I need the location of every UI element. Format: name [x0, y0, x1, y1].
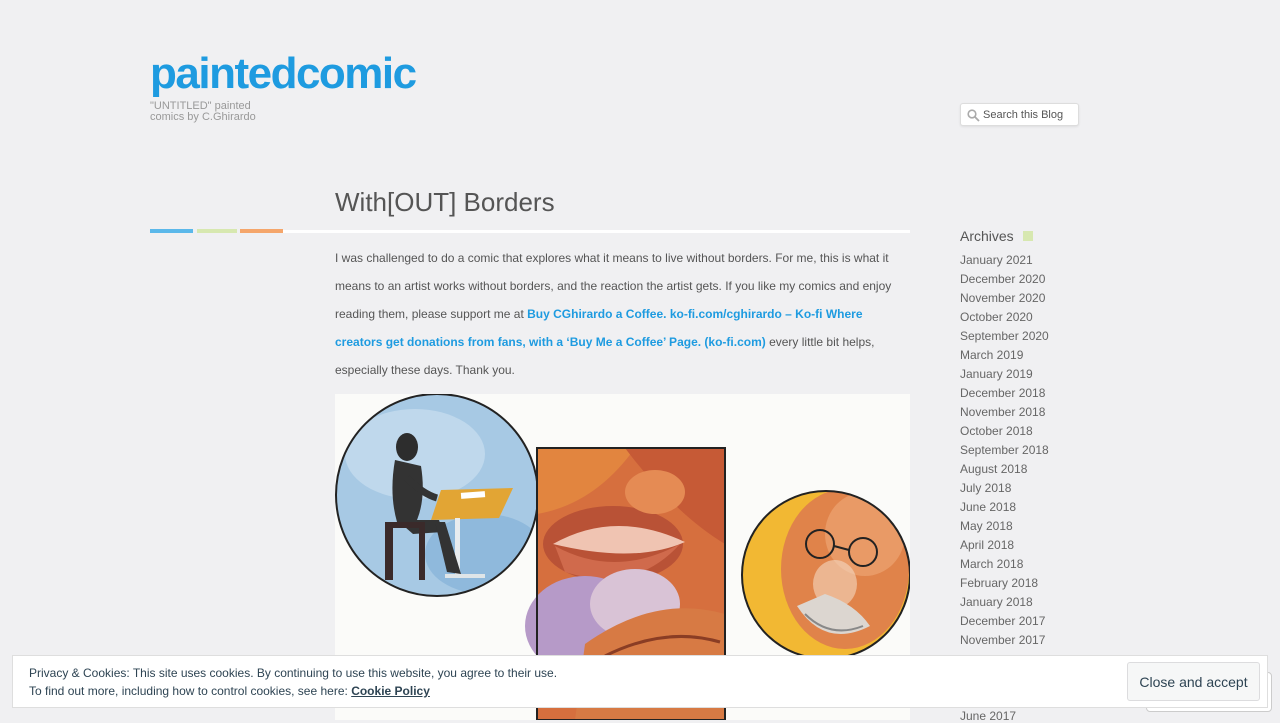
- search-input[interactable]: [983, 106, 1075, 124]
- archive-link[interactable]: March 2018: [960, 557, 1023, 571]
- archive-item: March 2018: [960, 555, 1049, 574]
- post-title[interactable]: With[OUT] Borders: [335, 187, 555, 218]
- cookie-line-2: To find out more, including how to contr…: [29, 684, 352, 698]
- archive-link[interactable]: November 2018: [960, 405, 1045, 419]
- archive-item: October 2018: [960, 422, 1049, 441]
- archive-link[interactable]: December 2017: [960, 614, 1045, 628]
- archive-link[interactable]: December 2020: [960, 272, 1045, 286]
- search-box[interactable]: [960, 103, 1079, 126]
- archive-item: July 2018: [960, 479, 1049, 498]
- archive-item: December 2020: [960, 270, 1049, 289]
- archive-item: November 2018: [960, 403, 1049, 422]
- archive-item: June 2018: [960, 498, 1049, 517]
- archive-item: November 2017: [960, 631, 1049, 650]
- title-accent-blue: [150, 229, 193, 233]
- title-accent-green: [197, 229, 237, 233]
- archive-item: April 2018: [960, 536, 1049, 555]
- archives-list: January 2021 December 2020 November 2020…: [960, 251, 1049, 650]
- archive-link[interactable]: January 2021: [960, 253, 1033, 267]
- archive-link[interactable]: October 2020: [960, 310, 1033, 324]
- archive-item: January 2019: [960, 365, 1049, 384]
- archive-link[interactable]: August 2018: [960, 462, 1027, 476]
- cookie-line-1: Privacy & Cookies: This site uses cookie…: [29, 666, 558, 680]
- archive-item: January 2021: [960, 251, 1049, 270]
- archive-link[interactable]: June 2018: [960, 500, 1016, 514]
- archive-link[interactable]: January 2018: [960, 595, 1033, 609]
- archive-link[interactable]: April 2018: [960, 538, 1014, 552]
- archive-link[interactable]: May 2018: [960, 519, 1013, 533]
- archive-item: December 2018: [960, 384, 1049, 403]
- archive-item: August 2018: [960, 460, 1049, 479]
- archive-item: December 2017: [960, 612, 1049, 631]
- archive-link[interactable]: November 2020: [960, 291, 1045, 305]
- archive-link[interactable]: February 2018: [960, 576, 1038, 590]
- archive-item: May 2018: [960, 517, 1049, 536]
- archive-link[interactable]: December 2018: [960, 386, 1045, 400]
- archive-item: November 2020: [960, 289, 1049, 308]
- title-divider: [283, 230, 910, 233]
- archive-link[interactable]: November 2017: [960, 633, 1045, 647]
- archive-item: October 2020: [960, 308, 1049, 327]
- cookie-text: Privacy & Cookies: This site uses cookie…: [29, 664, 557, 700]
- archive-link[interactable]: January 2019: [960, 367, 1033, 381]
- archive-item: February 2018: [960, 574, 1049, 593]
- search-icon: [967, 109, 980, 122]
- archive-item: September 2020: [960, 327, 1049, 346]
- archive-link[interactable]: March 2019: [960, 348, 1023, 362]
- archive-link[interactable]: October 2018: [960, 424, 1033, 438]
- cookie-policy-link[interactable]: Cookie Policy: [351, 684, 430, 698]
- tagline-line-2: comics by C.Ghirardo: [150, 111, 256, 123]
- archive-item: September 2018: [960, 441, 1049, 460]
- archive-link[interactable]: July 2018: [960, 481, 1011, 495]
- archives-heading: Archives: [960, 228, 1014, 244]
- title-accent-orange: [240, 229, 283, 233]
- archive-item: January 2018: [960, 593, 1049, 612]
- archive-link[interactable]: September 2018: [960, 443, 1049, 457]
- archives-accent: [1023, 231, 1033, 241]
- post-body: I was challenged to do a comic that expl…: [335, 244, 910, 384]
- archive-item: March 2019: [960, 346, 1049, 365]
- site-title[interactable]: paintedcomic: [150, 52, 417, 96]
- close-and-accept-button[interactable]: Close and accept: [1127, 662, 1260, 701]
- archive-link[interactable]: September 2020: [960, 329, 1049, 343]
- archive-link-peek[interactable]: June 2017: [960, 709, 1016, 723]
- cookie-banner: Privacy & Cookies: This site uses cookie…: [12, 655, 1268, 708]
- site-tagline: "UNTITLED" painted comics by C.Ghirardo: [150, 101, 280, 123]
